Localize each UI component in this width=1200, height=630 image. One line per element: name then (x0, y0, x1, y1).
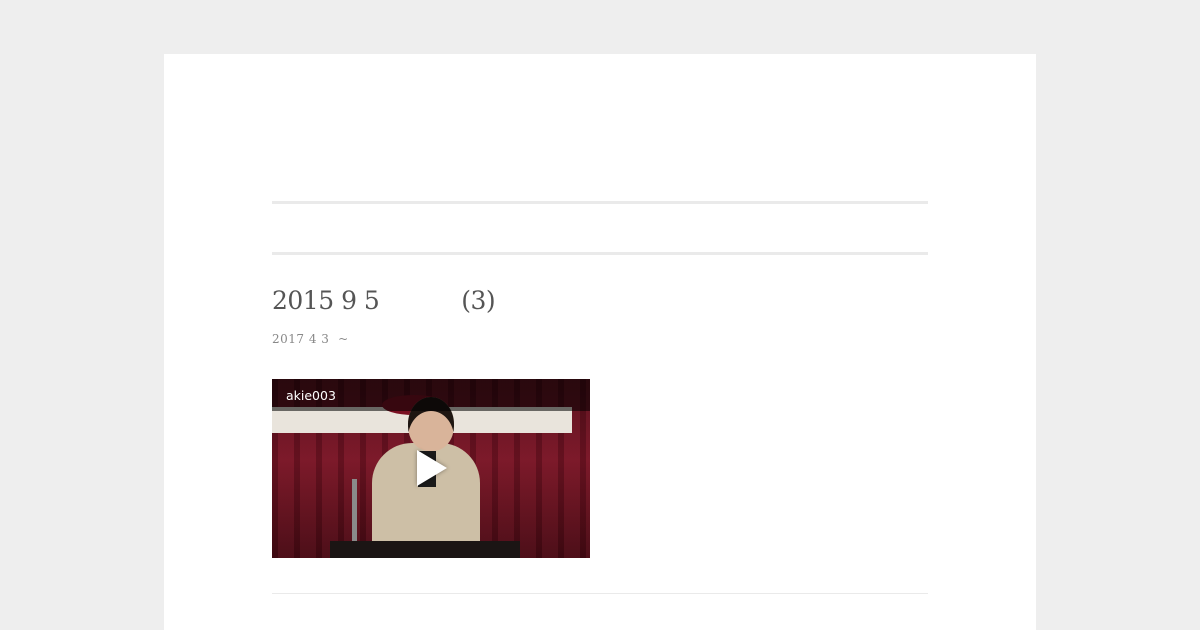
video-title[interactable]: akie003 (286, 388, 336, 403)
post-divider (272, 593, 928, 594)
podium (330, 541, 520, 558)
post-title[interactable]: 2015 9 5 (3) (272, 286, 496, 315)
page-card: 2015 9 5 (3) 2017 4 3 ~ akie003 (164, 54, 1036, 630)
header-divider-bottom (272, 252, 928, 255)
microphone-stand (352, 479, 357, 541)
post-date: 2017 4 3 ~ (272, 332, 349, 346)
header-divider-top (272, 201, 928, 204)
video-player[interactable]: akie003 (272, 379, 590, 558)
video-title-bar: akie003 (272, 379, 590, 411)
play-icon[interactable] (417, 450, 447, 486)
